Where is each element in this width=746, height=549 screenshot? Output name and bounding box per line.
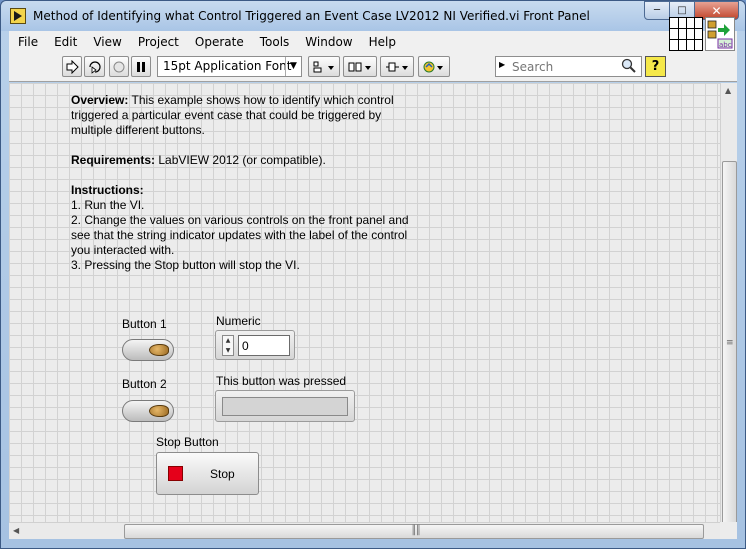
run-arrow-icon[interactable] xyxy=(62,56,82,77)
connector-pane-icon[interactable] xyxy=(669,17,703,51)
reorder-icon[interactable] xyxy=(418,56,450,77)
abort-icon[interactable] xyxy=(109,56,129,77)
button1-led xyxy=(149,344,169,356)
grip-icon: ≡ xyxy=(726,338,733,348)
overview-paragraph: Overview: This example shows how to iden… xyxy=(71,93,411,138)
toolbar: 15pt Application Font ▼ ▶ ? xyxy=(9,52,737,82)
documentation-text: Overview: This example shows how to iden… xyxy=(71,93,411,273)
string-indicator-label: This button was pressed xyxy=(216,374,347,388)
distribute-objects-icon[interactable] xyxy=(343,56,377,77)
numeric-control: ▲ ▼ 0 xyxy=(215,330,295,360)
window-title: Method of Identifying what Control Trigg… xyxy=(33,9,590,23)
chevron-right-icon: ▶ xyxy=(499,60,506,69)
menu-edit[interactable]: Edit xyxy=(45,35,84,49)
instruction-step: 1. Run the VI. xyxy=(71,198,145,212)
minimize-button[interactable]: ─ xyxy=(644,1,670,20)
horizontal-scrollbar[interactable]: ◀ ║║ xyxy=(9,522,720,539)
run-continuously-icon[interactable] xyxy=(84,56,105,77)
labview-icon xyxy=(10,8,26,24)
string-indicator-value xyxy=(222,397,348,416)
instruction-step: 3. Pressing the Stop button will stop th… xyxy=(71,258,300,272)
front-panel[interactable]: Overview: This example shows how to iden… xyxy=(9,83,720,522)
search-input[interactable] xyxy=(510,58,610,75)
stop-button-label: Stop Button xyxy=(156,435,219,449)
instruction-step: 2. Change the values on various controls… xyxy=(71,213,409,257)
vi-icon[interactable]: abc xyxy=(705,17,735,51)
scroll-up-icon[interactable]: ▲ xyxy=(725,86,731,95)
pause-icon[interactable] xyxy=(131,56,151,77)
resize-objects-icon[interactable] xyxy=(380,56,414,77)
search-icon[interactable] xyxy=(621,58,637,77)
menu-view[interactable]: View xyxy=(84,35,128,49)
font-dropdown-value: 15pt Application Font xyxy=(163,59,292,73)
horizontal-scroll-thumb[interactable]: ║║ xyxy=(124,524,704,539)
menu-file[interactable]: File xyxy=(9,35,45,49)
menu-tools[interactable]: Tools xyxy=(251,35,297,49)
numeric-label: Numeric xyxy=(216,314,261,328)
stop-button-text: Stop xyxy=(210,467,235,481)
overview-heading: Overview: xyxy=(71,93,129,107)
title-bar: Method of Identifying what Control Trigg… xyxy=(1,1,745,31)
requirements-heading: Requirements: xyxy=(71,153,156,167)
stop-icon xyxy=(168,466,183,481)
menu-bar: File Edit View Project Operate Tools Win… xyxy=(9,17,737,52)
requirements-paragraph: Requirements: LabVIEW 2012 (or compatibl… xyxy=(71,153,411,168)
menu-operate[interactable]: Operate xyxy=(186,35,251,49)
font-dropdown[interactable]: 15pt Application Font ▼ xyxy=(157,56,302,77)
scroll-left-icon[interactable]: ◀ xyxy=(13,526,19,535)
instructions-heading: Instructions: xyxy=(71,183,144,197)
search-box[interactable]: ▶ xyxy=(495,56,642,77)
context-help-button[interactable]: ? xyxy=(645,56,666,77)
vertical-scrollbar[interactable]: ▲ ≡ xyxy=(720,83,737,526)
menu-project[interactable]: Project xyxy=(129,35,186,49)
numeric-input[interactable]: 0 xyxy=(238,335,290,356)
grip-icon: ║║ xyxy=(411,526,421,536)
scroll-corner xyxy=(720,522,737,539)
button1[interactable] xyxy=(122,339,174,361)
align-objects-icon[interactable] xyxy=(308,56,340,77)
chevron-down-icon: ▼ xyxy=(285,57,301,76)
button2-led xyxy=(149,405,169,417)
vertical-scroll-thumb[interactable]: ≡ xyxy=(722,161,737,526)
stop-button[interactable]: Stop xyxy=(156,452,259,495)
menu-window[interactable]: Window xyxy=(296,35,359,49)
menu-help[interactable]: Help xyxy=(360,35,403,49)
instructions-heading-line: Instructions: xyxy=(71,183,411,198)
increment-decrement-arrows[interactable]: ▲ ▼ xyxy=(222,335,234,356)
button1-label: Button 1 xyxy=(122,317,167,331)
requirements-text: LabVIEW 2012 (or compatible). xyxy=(155,153,326,167)
vi-window: Method of Identifying what Control Trigg… xyxy=(0,0,746,549)
button2[interactable] xyxy=(122,400,174,422)
svg-text:abc: abc xyxy=(719,41,732,49)
button2-label: Button 2 xyxy=(122,377,167,391)
string-indicator xyxy=(215,390,355,422)
